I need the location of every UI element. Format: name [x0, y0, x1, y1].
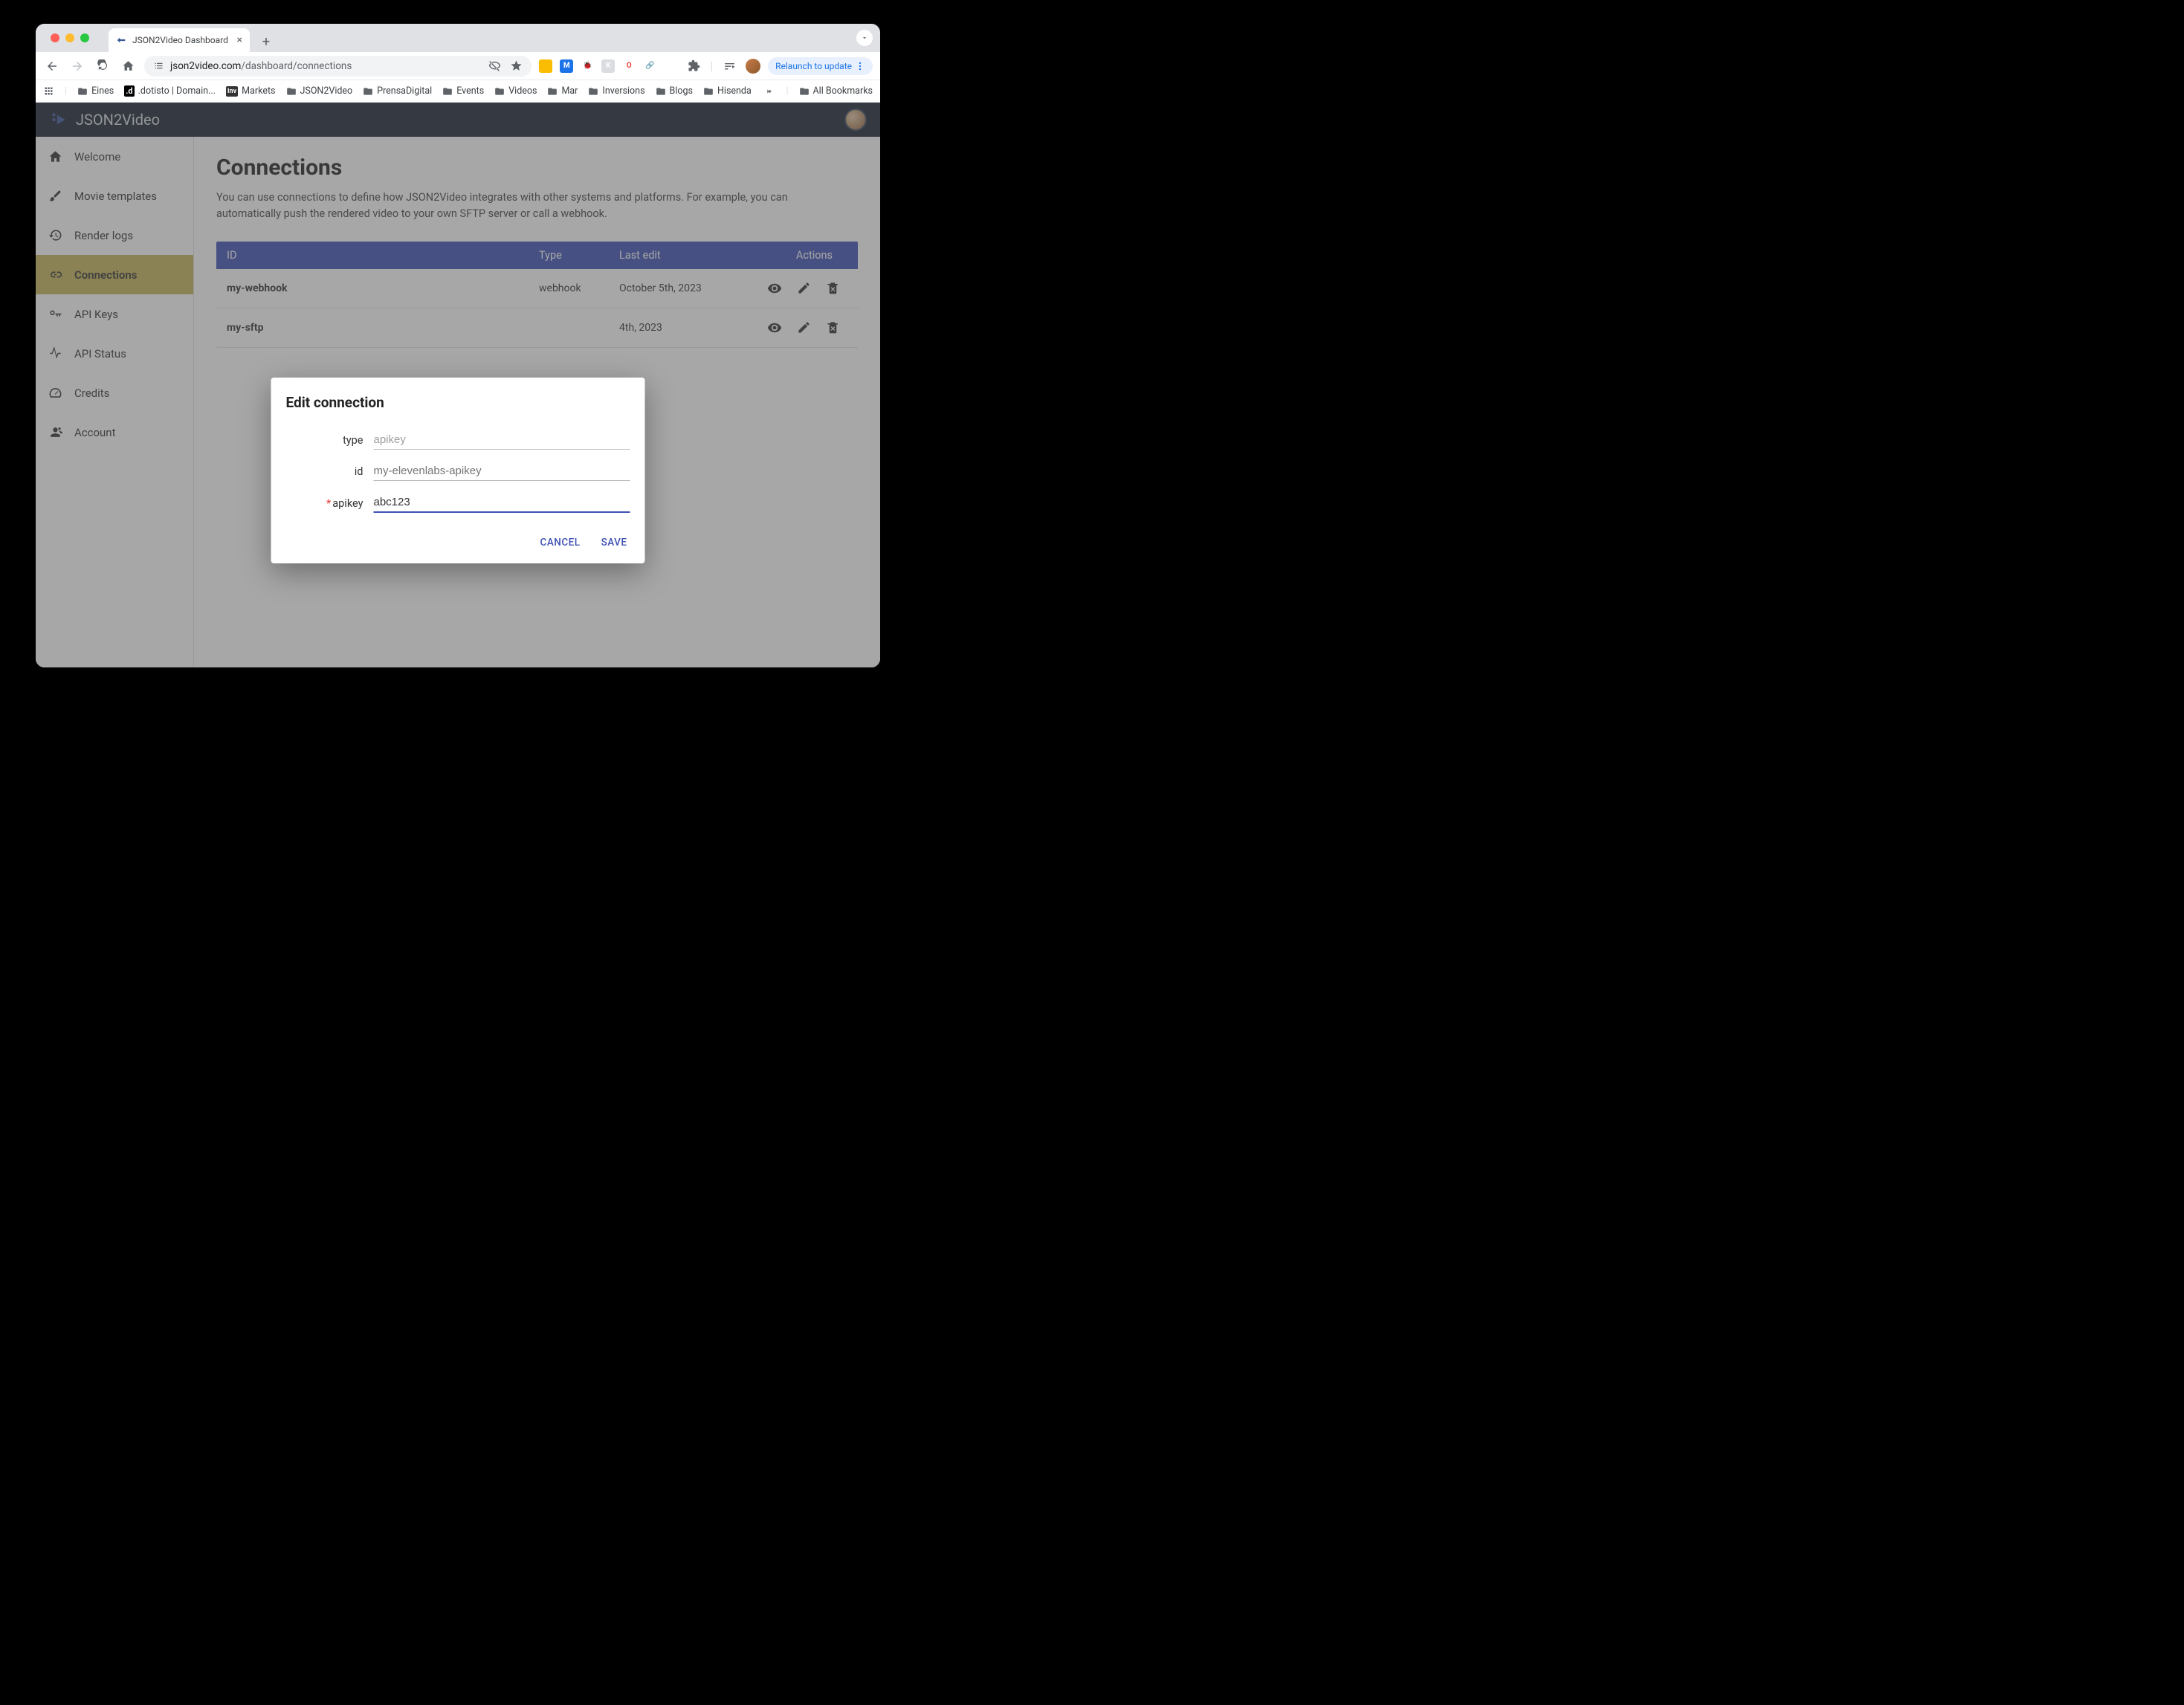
bookmark-item[interactable]: Inversions [588, 85, 644, 97]
field-apikey-label: *apikey [286, 497, 374, 513]
home-button[interactable] [119, 57, 137, 75]
extensions-area: M 🐞 KO 🔗 👁 [539, 59, 677, 73]
bookmark-label: PrensaDigital [377, 85, 432, 97]
cancel-button[interactable]: CANCEL [537, 532, 584, 553]
bookmark-label: Inversions [602, 85, 644, 97]
bookmarks-overflow-button[interactable] [763, 85, 775, 97]
required-asterisk: * [326, 497, 331, 510]
bookmark-label: JSON2Video [300, 85, 353, 97]
close-window-button[interactable] [51, 33, 59, 42]
bookmark-item[interactable]: Events [442, 85, 484, 97]
extension-icon[interactable]: 👁 [664, 59, 677, 73]
extension-icon[interactable]: K [601, 59, 615, 73]
tab-close-button[interactable]: × [237, 34, 242, 46]
bookmark-item[interactable]: Hisenda [703, 85, 752, 97]
forward-button[interactable] [68, 57, 86, 75]
bookmarks-bar: | Eines.d.dotisto | Domain...InvMarketsJ… [36, 80, 880, 103]
bookmark-label: Mar [561, 85, 578, 97]
reload-button[interactable] [94, 57, 112, 75]
extension-icon[interactable]: 🐞 [581, 59, 594, 73]
bookmark-star-icon[interactable] [510, 59, 523, 72]
bookmark-label: Videos [508, 85, 537, 97]
bookmark-item[interactable]: Mar [547, 85, 578, 97]
window-controls [45, 24, 95, 52]
field-id-row: id [286, 462, 630, 481]
browser-toolbar: json2video.com/dashboard/connections M 🐞 K… [36, 52, 880, 80]
modal-actions: CANCEL SAVE [286, 532, 630, 553]
save-button[interactable]: SAVE [598, 532, 630, 553]
bookmark-label: Hisenda [717, 85, 752, 97]
field-apikey-row: *apikey [286, 493, 630, 513]
field-id-input[interactable] [374, 462, 630, 481]
address-bar[interactable]: json2video.com/dashboard/connections [144, 56, 532, 77]
browser-window: JSON2Video Dashboard × + json2video.com/… [36, 24, 880, 667]
extension-icon[interactable]: M [560, 59, 573, 73]
apps-button[interactable] [43, 85, 54, 97]
bookmark-item[interactable]: Blogs [656, 85, 693, 97]
extensions-button[interactable] [685, 57, 702, 75]
tab-favicon [116, 35, 126, 45]
relaunch-button[interactable]: Relaunch to update [768, 57, 873, 75]
field-apikey-input[interactable] [374, 493, 630, 513]
field-type-input[interactable] [374, 430, 630, 450]
tab-title: JSON2Video Dashboard [132, 35, 228, 45]
bookmark-item[interactable]: .d.dotisto | Domain... [124, 85, 216, 97]
media-control-icon[interactable] [720, 57, 738, 75]
app-root: JSON2Video WelcomeMovie templatesRender … [36, 103, 880, 667]
bookmark-label: Markets [242, 85, 275, 97]
tab-search-button[interactable] [856, 30, 873, 46]
eye-off-icon[interactable] [488, 59, 501, 72]
modal-title: Edit connection [286, 394, 630, 411]
bookmark-item[interactable]: Eines [77, 85, 114, 97]
url-path: /dashboard/connections [241, 60, 352, 72]
bookmark-item[interactable]: PrensaDigital [363, 85, 432, 97]
field-type-label: type [286, 434, 374, 450]
bookmark-label: Eines [91, 85, 114, 97]
bookmark-label: Blogs [670, 85, 693, 97]
extension-icon[interactable]: O [622, 59, 636, 73]
maximize-window-button[interactable] [80, 33, 89, 42]
field-id-label: id [286, 465, 374, 481]
bookmark-item[interactable]: Videos [494, 85, 537, 97]
new-tab-button[interactable]: + [256, 31, 277, 52]
site-settings-icon[interactable] [153, 60, 164, 71]
bookmark-item[interactable]: InvMarkets [226, 85, 276, 97]
field-type-row: type [286, 430, 630, 450]
extension-icon[interactable]: 🔗 [643, 59, 656, 73]
bookmark-label: Events [456, 85, 484, 97]
back-button[interactable] [43, 57, 61, 75]
tab-strip: JSON2Video Dashboard × + [36, 24, 880, 52]
browser-tab[interactable]: JSON2Video Dashboard × [109, 28, 250, 52]
edit-connection-modal: Edit connection type id *apikey CANCEL [271, 378, 645, 563]
all-bookmarks-button[interactable]: All Bookmarks [799, 85, 873, 97]
url-domain: json2video.com [170, 60, 241, 72]
profile-avatar[interactable] [746, 59, 760, 74]
extension-icon[interactable] [539, 59, 552, 73]
minimize-window-button[interactable] [65, 33, 74, 42]
bookmark-label: .dotisto | Domain... [138, 85, 216, 97]
relaunch-label: Relaunch to update [775, 61, 852, 71]
all-bookmarks-label: All Bookmarks [813, 85, 873, 97]
bookmark-item[interactable]: JSON2Video [286, 85, 353, 97]
